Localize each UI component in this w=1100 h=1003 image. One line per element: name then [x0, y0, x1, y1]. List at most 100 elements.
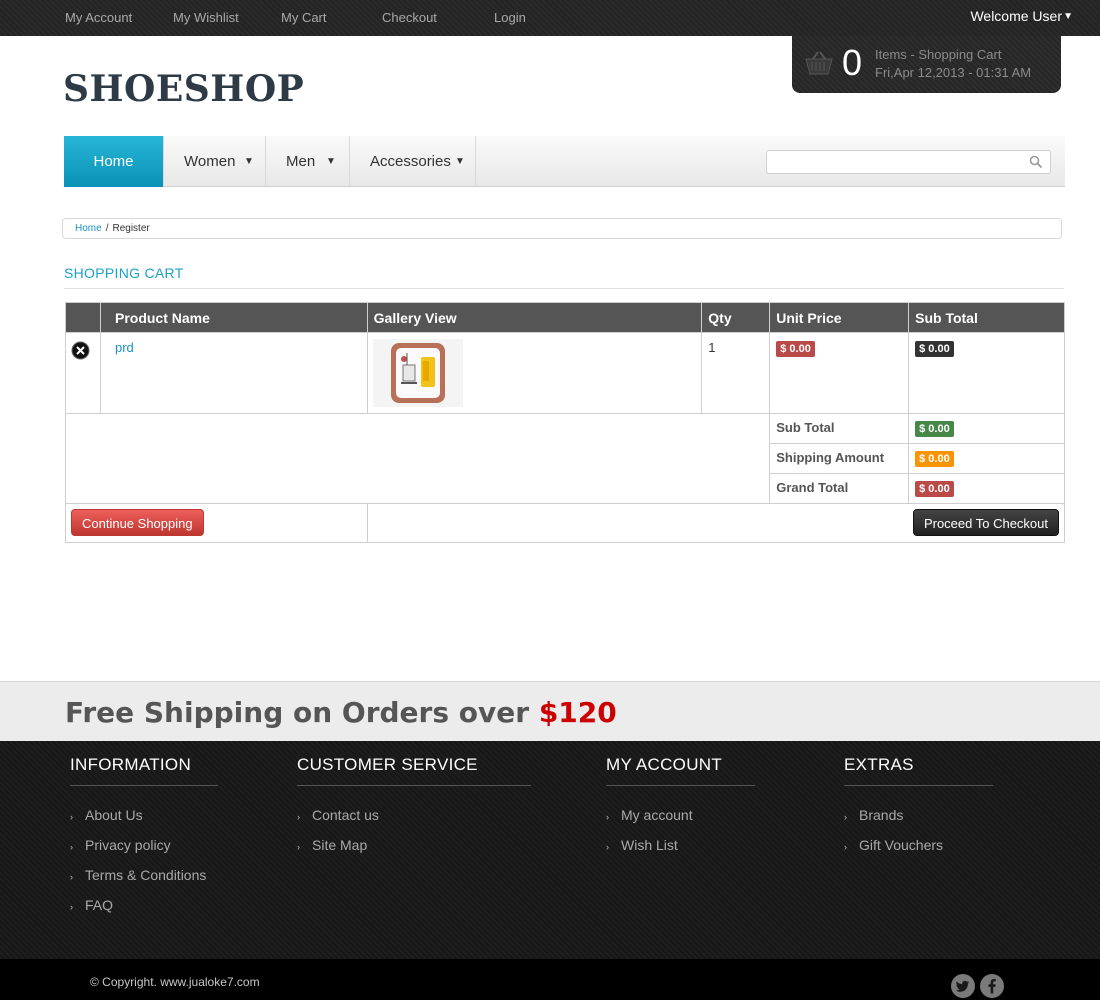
- footer-link-privacy-policy[interactable]: › Privacy policy: [70, 837, 218, 867]
- remove-icon[interactable]: [71, 341, 90, 360]
- col-header-qty: Qty: [701, 302, 771, 333]
- qty-cell: 1: [701, 332, 771, 414]
- nav-item-home[interactable]: Home: [64, 136, 164, 187]
- free-shipping-banner: Free Shipping on Orders over $120: [0, 681, 1100, 741]
- chevron-right-icon: ›: [844, 842, 847, 852]
- footer-link-terms[interactable]: › Terms & Conditions: [70, 867, 218, 897]
- top-bar: My Account My Wishlist My Cart Checkout …: [0, 0, 1100, 36]
- col-header-product-name: Product Name: [99, 302, 368, 333]
- footer-link-label: Contact us: [312, 807, 379, 823]
- top-link-login[interactable]: Login: [494, 10, 526, 25]
- footer-column-information: INFORMATION › About Us › Privacy policy › T…: [70, 755, 218, 927]
- footer-link-wish-list[interactable]: › Wish List: [606, 837, 755, 867]
- summary-grand-total-badge: $ 0.00: [915, 481, 954, 497]
- breadcrumb: Home / Register: [62, 218, 1062, 239]
- summary-row-subtotal: Sub Total $ 0.00: [64, 413, 1065, 504]
- chevron-right-icon: ›: [844, 812, 847, 822]
- proceed-to-checkout-button[interactable]: Proceed To Checkout: [912, 509, 1059, 536]
- footer-column-customer-service: CUSTOMER SERVICE › Contact us › Site Map: [297, 755, 531, 867]
- chevron-right-icon: ›: [606, 842, 609, 852]
- chevron-right-icon: ›: [70, 842, 73, 852]
- footer-link-about-us[interactable]: › About Us: [70, 807, 218, 837]
- cart-table: Product Name Gallery View Qty Unit Price…: [64, 302, 1066, 543]
- footer-link-label: Gift Vouchers: [859, 837, 944, 853]
- copyright-bar: © Copyright. www.jualoke7.com: [0, 959, 1100, 1000]
- footer-column-my-account: MY ACCOUNT › My account › Wish List: [606, 755, 755, 867]
- col-header-unit-price: Unit Price: [769, 302, 910, 333]
- cart-item-count: 0: [842, 42, 863, 83]
- caret-down-icon: ▼: [455, 156, 465, 167]
- chevron-right-icon: ›: [70, 902, 73, 912]
- footer: INFORMATION › About Us › Privacy policy › T…: [0, 741, 1100, 959]
- footer-link-label: FAQ: [85, 897, 114, 913]
- product-thumbnail[interactable]: [372, 339, 463, 407]
- main-nav: Home Women ▼ Men ▼ Accessories ▼: [64, 136, 1065, 187]
- table-row: prd 1 $ 0.00 $ 0.00: [65, 332, 1065, 414]
- footer-link-label: Wish List: [621, 837, 678, 853]
- footer-link-label: My account: [621, 807, 693, 823]
- footer-link-brands[interactable]: › Brands: [844, 807, 993, 837]
- chevron-right-icon: ›: [70, 812, 73, 822]
- summary-subtotal-label: Sub Total: [776, 420, 835, 435]
- top-link-checkout[interactable]: Checkout: [382, 10, 437, 25]
- footer-link-label: Terms & Conditions: [85, 867, 207, 883]
- cart-label: Items - Shopping Cart: [875, 47, 1002, 62]
- free-shipping-label: Free Shipping on Orders over: [65, 696, 530, 729]
- facebook-icon[interactable]: [980, 974, 1004, 998]
- chevron-right-icon: ›: [297, 812, 300, 822]
- summary-subtotal-badge: $ 0.00: [915, 421, 954, 437]
- page-title: SHOPPING CART: [64, 265, 184, 281]
- cart-datetime: Fri,Apr 12,2013 - 01:31 AM: [875, 65, 1032, 80]
- footer-link-gift-vouchers[interactable]: › Gift Vouchers: [844, 837, 993, 867]
- breadcrumb-current: Register: [112, 223, 150, 234]
- summary-shipping-badge: $ 0.00: [915, 451, 954, 467]
- footer-link-contact-us[interactable]: › Contact us: [297, 807, 531, 837]
- footer-heading-customer-service: CUSTOMER SERVICE: [297, 755, 531, 786]
- basket-icon: [805, 51, 833, 75]
- welcome-user-menu[interactable]: Welcome User: [970, 8, 1062, 24]
- footer-heading-extras: EXTRAS: [844, 755, 993, 786]
- col-header-sub-total: Sub Total: [908, 302, 1065, 333]
- caret-down-icon: ▼: [326, 156, 336, 167]
- table-header-row: Product Name Gallery View Qty Unit Price…: [65, 302, 1065, 333]
- nav-item-men-label: Men: [286, 153, 316, 170]
- row-subtotal-badge: $ 0.00: [915, 341, 954, 357]
- footer-link-label: Site Map: [312, 837, 368, 853]
- nav-item-women[interactable]: Women ▼: [164, 136, 266, 187]
- caret-down-icon: ▼: [244, 156, 254, 167]
- product-name-link[interactable]: prd: [107, 340, 134, 355]
- continue-shopping-button[interactable]: Continue Shopping: [71, 509, 204, 536]
- nav-item-accessories-label: Accessories: [370, 153, 451, 170]
- footer-column-extras: EXTRAS › Brands › Gift Vouchers: [844, 755, 993, 867]
- top-link-my-account[interactable]: My Account: [65, 10, 132, 25]
- actions-row: Continue Shopping Proceed To Checkout: [65, 503, 1066, 543]
- twitter-icon[interactable]: [951, 974, 975, 998]
- breadcrumb-home[interactable]: Home: [75, 223, 102, 234]
- site-logo[interactable]: SHOESHOP: [63, 68, 304, 110]
- top-link-my-wishlist[interactable]: My Wishlist: [173, 10, 239, 25]
- caret-down-icon[interactable]: ▼: [1063, 11, 1073, 22]
- footer-link-faq[interactable]: › FAQ: [70, 897, 218, 927]
- footer-link-label: About Us: [85, 807, 143, 823]
- search-icon[interactable]: [1029, 155, 1043, 169]
- copyright-text: © Copyright. www.jualoke7.com: [90, 975, 260, 989]
- col-header-remove: [65, 302, 101, 333]
- col-header-gallery-view: Gallery View: [366, 302, 703, 333]
- footer-link-my-account[interactable]: › My account: [606, 807, 755, 837]
- chevron-right-icon: ›: [606, 812, 609, 822]
- summary-shipping-label: Shipping Amount: [776, 450, 885, 465]
- free-shipping-amount: $120: [538, 696, 617, 729]
- cart-widget[interactable]: 0 Items - Shopping Cart Fri,Apr 12,2013 …: [792, 36, 1061, 93]
- footer-link-site-map[interactable]: › Site Map: [297, 837, 531, 867]
- search-input[interactable]: [766, 150, 1051, 174]
- footer-link-label: Brands: [859, 807, 904, 823]
- breadcrumb-separator: /: [105, 223, 109, 234]
- top-link-my-cart[interactable]: My Cart: [281, 10, 327, 25]
- title-divider: [64, 288, 1064, 289]
- chevron-right-icon: ›: [70, 872, 73, 882]
- footer-heading-information: INFORMATION: [70, 755, 218, 786]
- nav-item-accessories[interactable]: Accessories ▼: [350, 136, 476, 187]
- footer-link-label: Privacy policy: [85, 837, 171, 853]
- nav-item-men[interactable]: Men ▼: [266, 136, 350, 187]
- footer-heading-my-account: MY ACCOUNT: [606, 755, 755, 786]
